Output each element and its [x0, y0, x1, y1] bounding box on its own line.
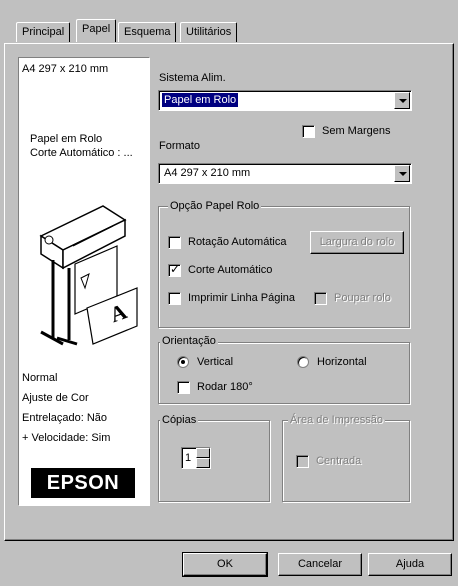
radio-dot-icon	[181, 360, 185, 364]
vertical-radio[interactable]	[177, 356, 189, 368]
copias-title: Cópias	[160, 413, 199, 427]
copias-value: 1	[185, 452, 192, 464]
tab-esquema-label: Esquema	[124, 26, 171, 38]
spin-up-icon[interactable]	[196, 448, 210, 458]
printer-illustration-icon: A	[39, 205, 138, 346]
sem-margens-checkbox[interactable]	[302, 125, 315, 138]
cancelar-button[interactable]: Cancelar	[278, 553, 362, 576]
ajuda-button[interactable]: Ajuda	[368, 553, 452, 576]
orientacao-group	[158, 342, 410, 404]
spin-down-icon[interactable]	[196, 458, 210, 468]
chevron-down-icon[interactable]	[394, 165, 410, 182]
preview-info-color: Ajuste de Cor	[22, 392, 89, 404]
poupar-rolo-label: Poupar rolo	[334, 292, 391, 304]
tab-papel[interactable]: Papel	[76, 19, 117, 42]
sistema-alim-label: Sistema Alim.	[159, 72, 226, 84]
imprimir-linha-pagina-label: Imprimir Linha Página	[188, 292, 295, 304]
rotacao-automatica-checkbox[interactable]	[168, 236, 181, 249]
poupar-rolo-checkbox[interactable]	[314, 292, 327, 305]
ok-button[interactable]: OK	[182, 552, 268, 577]
centrada-checkbox[interactable]	[296, 455, 309, 468]
epson-logo: EPSON	[31, 468, 135, 498]
printer-properties-dialog: Principal Papel Esquema Utilitários A4 2…	[0, 0, 458, 586]
tab-esquema[interactable]: Esquema	[118, 22, 177, 42]
sistema-alim-select[interactable]: Papel em Rolo	[158, 90, 412, 111]
imprimir-linha-pagina-checkbox[interactable]	[168, 292, 181, 305]
rotacao-automatica-label: Rotação Automática	[188, 236, 287, 248]
tab-utilitarios[interactable]: Utilitários	[180, 22, 238, 42]
opcao-papel-rolo-title: Opção Papel Rolo	[168, 199, 262, 213]
sistema-alim-value: Papel em Rolo	[162, 93, 239, 107]
rodar-180-checkbox[interactable]	[177, 381, 190, 394]
vertical-label: Vertical	[197, 356, 234, 368]
formato-select[interactable]: A4 297 x 210 mm	[158, 163, 412, 184]
horizontal-radio[interactable]	[297, 356, 309, 368]
preview-info-speed: + Velocidade: Sim	[22, 432, 111, 444]
rodar-180-label: Rodar 180°	[197, 381, 253, 393]
tab-utilitarios-label: Utilitários	[186, 26, 232, 38]
settings-preview-panel: A4 297 x 210 mm Papel em Rolo Corte Auto…	[18, 57, 150, 506]
orientacao-title: Orientação	[160, 334, 218, 348]
corte-automatico-label: Corte Automático	[188, 264, 273, 276]
preview-info-quality: Normal	[22, 372, 58, 384]
corte-automatico-checkbox[interactable]: ✓	[168, 262, 181, 277]
sem-margens-label: Sem Margens	[322, 125, 391, 137]
tab-principal[interactable]: Principal	[16, 22, 71, 42]
largura-do-rolo-button[interactable]: Largura do rolo	[310, 231, 404, 254]
tab-papel-label: Papel	[82, 23, 111, 35]
centrada-label: Centrada	[316, 455, 362, 467]
check-icon: ✓	[170, 262, 181, 276]
copias-group	[158, 420, 270, 502]
chevron-down-icon[interactable]	[394, 92, 410, 109]
area-impressao-title: Área de Impressão	[288, 413, 385, 427]
preview-paper-size: A4 297 x 210 mm	[22, 63, 109, 75]
preview-info-interlace: Entrelaçado: Não	[22, 412, 107, 424]
preview-source-line1: Papel em Rolo	[30, 133, 103, 145]
formato-value: A4 297 x 210 mm	[164, 167, 251, 179]
formato-label: Formato	[159, 140, 200, 152]
tab-principal-label: Principal	[22, 26, 65, 38]
preview-source-line2: Corte Automático : ...	[30, 147, 133, 159]
horizontal-label: Horizontal	[317, 356, 367, 368]
